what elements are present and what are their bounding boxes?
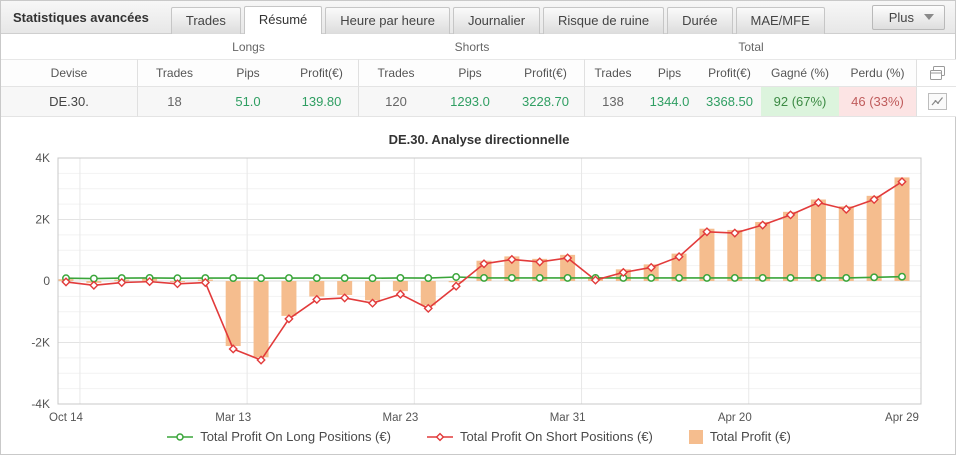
summary-table: Longs Shorts Total Devise Trades Pips Pr… — [1, 34, 956, 117]
tab-trades[interactable]: Trades — [170, 7, 241, 34]
col-header-pips-longs: Pips — [211, 59, 285, 87]
row-total-profit: 3368.50 — [698, 87, 761, 117]
svg-text:Oct 14: Oct 14 — [49, 412, 83, 424]
chart-legend: Total Profit On Long Positions (€) Total … — [1, 429, 956, 444]
row-total-trades: 138 — [585, 87, 641, 117]
legend-bar-swatch — [688, 429, 703, 444]
svg-text:2K: 2K — [35, 213, 50, 227]
svg-text:Mar 31: Mar 31 — [550, 412, 586, 424]
tab-list: Trades Résumé Heure par heure Journalier Ris… — [170, 1, 825, 34]
col-header-profit-longs: Profit(€) — [285, 59, 359, 87]
col-header-trades-longs: Trades — [138, 59, 211, 87]
svg-text:4K: 4K — [35, 151, 50, 165]
tab-journalier[interactable]: Journalier — [452, 7, 541, 34]
legend-diamond-marker-icon — [426, 432, 453, 441]
panel-title: Statistiques avancées — [13, 10, 149, 25]
legend-item-short-positions[interactable]: Total Profit On Short Positions (€) — [426, 429, 653, 444]
svg-text:Mar 23: Mar 23 — [383, 412, 419, 424]
col-header-profit-shorts: Profit(€) — [507, 59, 585, 87]
plus-dropdown-button[interactable]: Plus — [871, 4, 945, 30]
legend-label: Total Profit On Long Positions (€) — [200, 429, 391, 444]
tab-dur-e[interactable]: Durée — [667, 7, 733, 34]
col-header-devise: Devise — [1, 59, 138, 87]
col-header-profit-total: Profit(€) — [698, 59, 761, 87]
tab-bar: Statistiques avancées Trades Résumé Heure … — [1, 1, 955, 34]
col-header-trades-total: Trades — [585, 59, 641, 87]
row-longs-profit: 139.80 — [285, 87, 359, 117]
caret-down-icon — [924, 14, 934, 20]
advanced-statistics-panel: Statistiques avancées Trades Résumé Heure … — [0, 0, 956, 455]
tab-mae-mfe[interactable]: MAE/MFE — [735, 7, 825, 34]
svg-text:-4K: -4K — [31, 397, 50, 411]
row-icon-cell — [917, 87, 956, 117]
row-longs-pips: 51.0 — [211, 87, 285, 117]
group-header-shorts: Shorts — [454, 39, 490, 54]
row-shorts-trades: 120 — [359, 87, 433, 117]
legend-label: Total Profit On Short Positions (€) — [459, 429, 653, 444]
copy-pages-icon[interactable] — [917, 59, 956, 87]
legend-item-total-profit[interactable]: Total Profit (€) — [688, 429, 791, 444]
axis-tick-labels: 4K 2K 0 -2K -4KOct 14 Mar 13 Mar 23 Mar 31 Apr 2… — [31, 151, 919, 424]
plus-label: Plus — [888, 9, 914, 25]
legend-item-long-positions[interactable]: Total Profit On Long Positions (€) — [167, 429, 391, 444]
row-perdu-badge: 46 (33%) — [839, 87, 917, 117]
svg-text:0: 0 — [43, 274, 50, 288]
col-header-trades-shorts: Trades — [359, 59, 433, 87]
svg-text:Mar 13: Mar 13 — [215, 412, 251, 424]
tab-heure-par-heure[interactable]: Heure par heure — [325, 7, 450, 34]
row-total-pips: 1344.0 — [641, 87, 698, 117]
row-shorts-profit: 3228.70 — [507, 87, 585, 117]
row-gagne-badge: 92 (67%) — [761, 87, 839, 117]
row-devise: DE.30. — [1, 87, 138, 117]
legend-circle-marker-icon — [167, 432, 194, 441]
svg-text:Apr 20: Apr 20 — [718, 412, 752, 424]
svg-text:Apr 29: Apr 29 — [885, 412, 919, 424]
legend-label: Total Profit (€) — [709, 429, 791, 444]
tab-r-sum-[interactable]: Résumé — [243, 6, 323, 34]
mini-chart-icon[interactable] — [927, 93, 947, 110]
col-header-perdu: Perdu (%) — [839, 59, 917, 87]
group-header-total: Total — [738, 39, 764, 54]
svg-text:-2K: -2K — [31, 336, 50, 350]
chart-plot-area: 4K 2K 0 -2K -4KOct 14 Mar 13 Mar 23 Mar 31 Apr 2… — [31, 151, 922, 424]
group-header-longs: Longs — [232, 39, 265, 54]
col-header-gagne: Gagné (%) — [761, 59, 839, 87]
col-header-pips-total: Pips — [641, 59, 698, 87]
row-shorts-pips: 1293.0 — [433, 87, 507, 117]
row-longs-trades: 18 — [138, 87, 211, 117]
col-header-pips-shorts: Pips — [433, 59, 507, 87]
directional-analysis-chart: DE.30. Analyse directionnelle 4K 2K 0 -2K -4… — [1, 126, 956, 455]
tab-risque-de-ruine[interactable]: Risque de ruine — [543, 7, 665, 34]
